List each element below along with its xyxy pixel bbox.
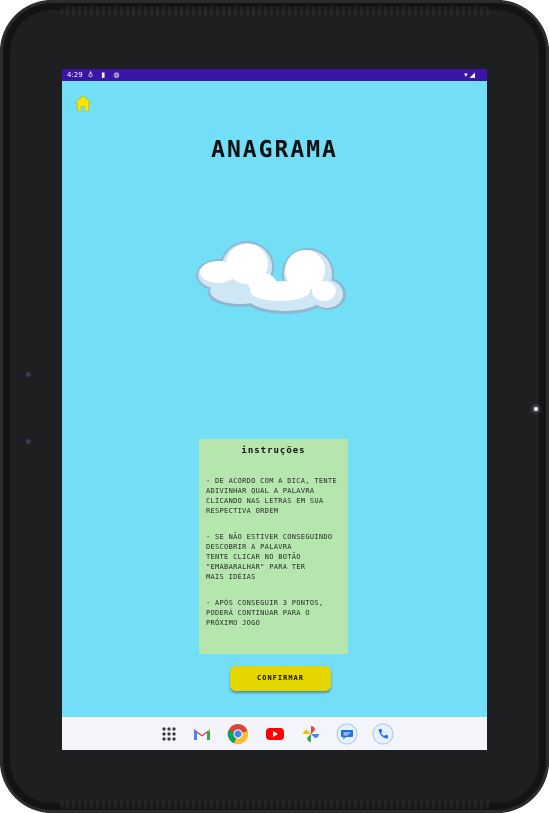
instructions-panel: instruções - de acordo com a dica, tente… [199,439,348,654]
messages-icon[interactable] [336,723,358,745]
taskbar-dock [62,717,487,750]
side-light [534,407,538,411]
home-button[interactable] [74,95,92,112]
tablet-frame: 4:29 ♁ ▮ ◍ ▾◢ ANAGRAMA instruções - DE A… [0,0,549,813]
youtube-icon[interactable] [264,723,286,745]
photos-icon[interactable] [300,723,322,745]
page-title: ANAGRAMA [211,137,338,163]
app-screen: 4:29 ♁ ▮ ◍ ▾◢ ANAGRAMA instruções - DE A… [62,69,487,750]
phone-icon[interactable] [372,723,394,745]
cloud-illustration [196,241,346,314]
side-sensor-top [26,372,31,377]
status-bar: 4:29 ♁ ▮ ◍ ▾◢ [62,69,487,81]
instructions-title: instruções [241,446,306,456]
instruction-item: - de acordo com a dica, tente adivinhar … [206,477,337,515]
gmail-icon[interactable] [191,723,213,745]
confirm-button[interactable]: confirmar [230,666,331,691]
status-notification-icons: ♁ ▮ ◍ [88,71,123,79]
device-speaker-bottom [60,800,490,809]
instruction-item: - se não estiver conseguindo descobrir a… [206,533,333,581]
status-time: 4:29 [67,71,83,79]
instruction-item: - após conseguir 3 pontos, poderá contin… [206,599,324,627]
apps-grid-icon[interactable] [158,723,180,745]
chrome-icon[interactable] [227,723,249,745]
side-sensor-bottom [26,439,31,444]
device-speaker-top [60,6,490,16]
status-signal-icons: ▾◢ [464,71,477,79]
home-icon [74,95,92,112]
